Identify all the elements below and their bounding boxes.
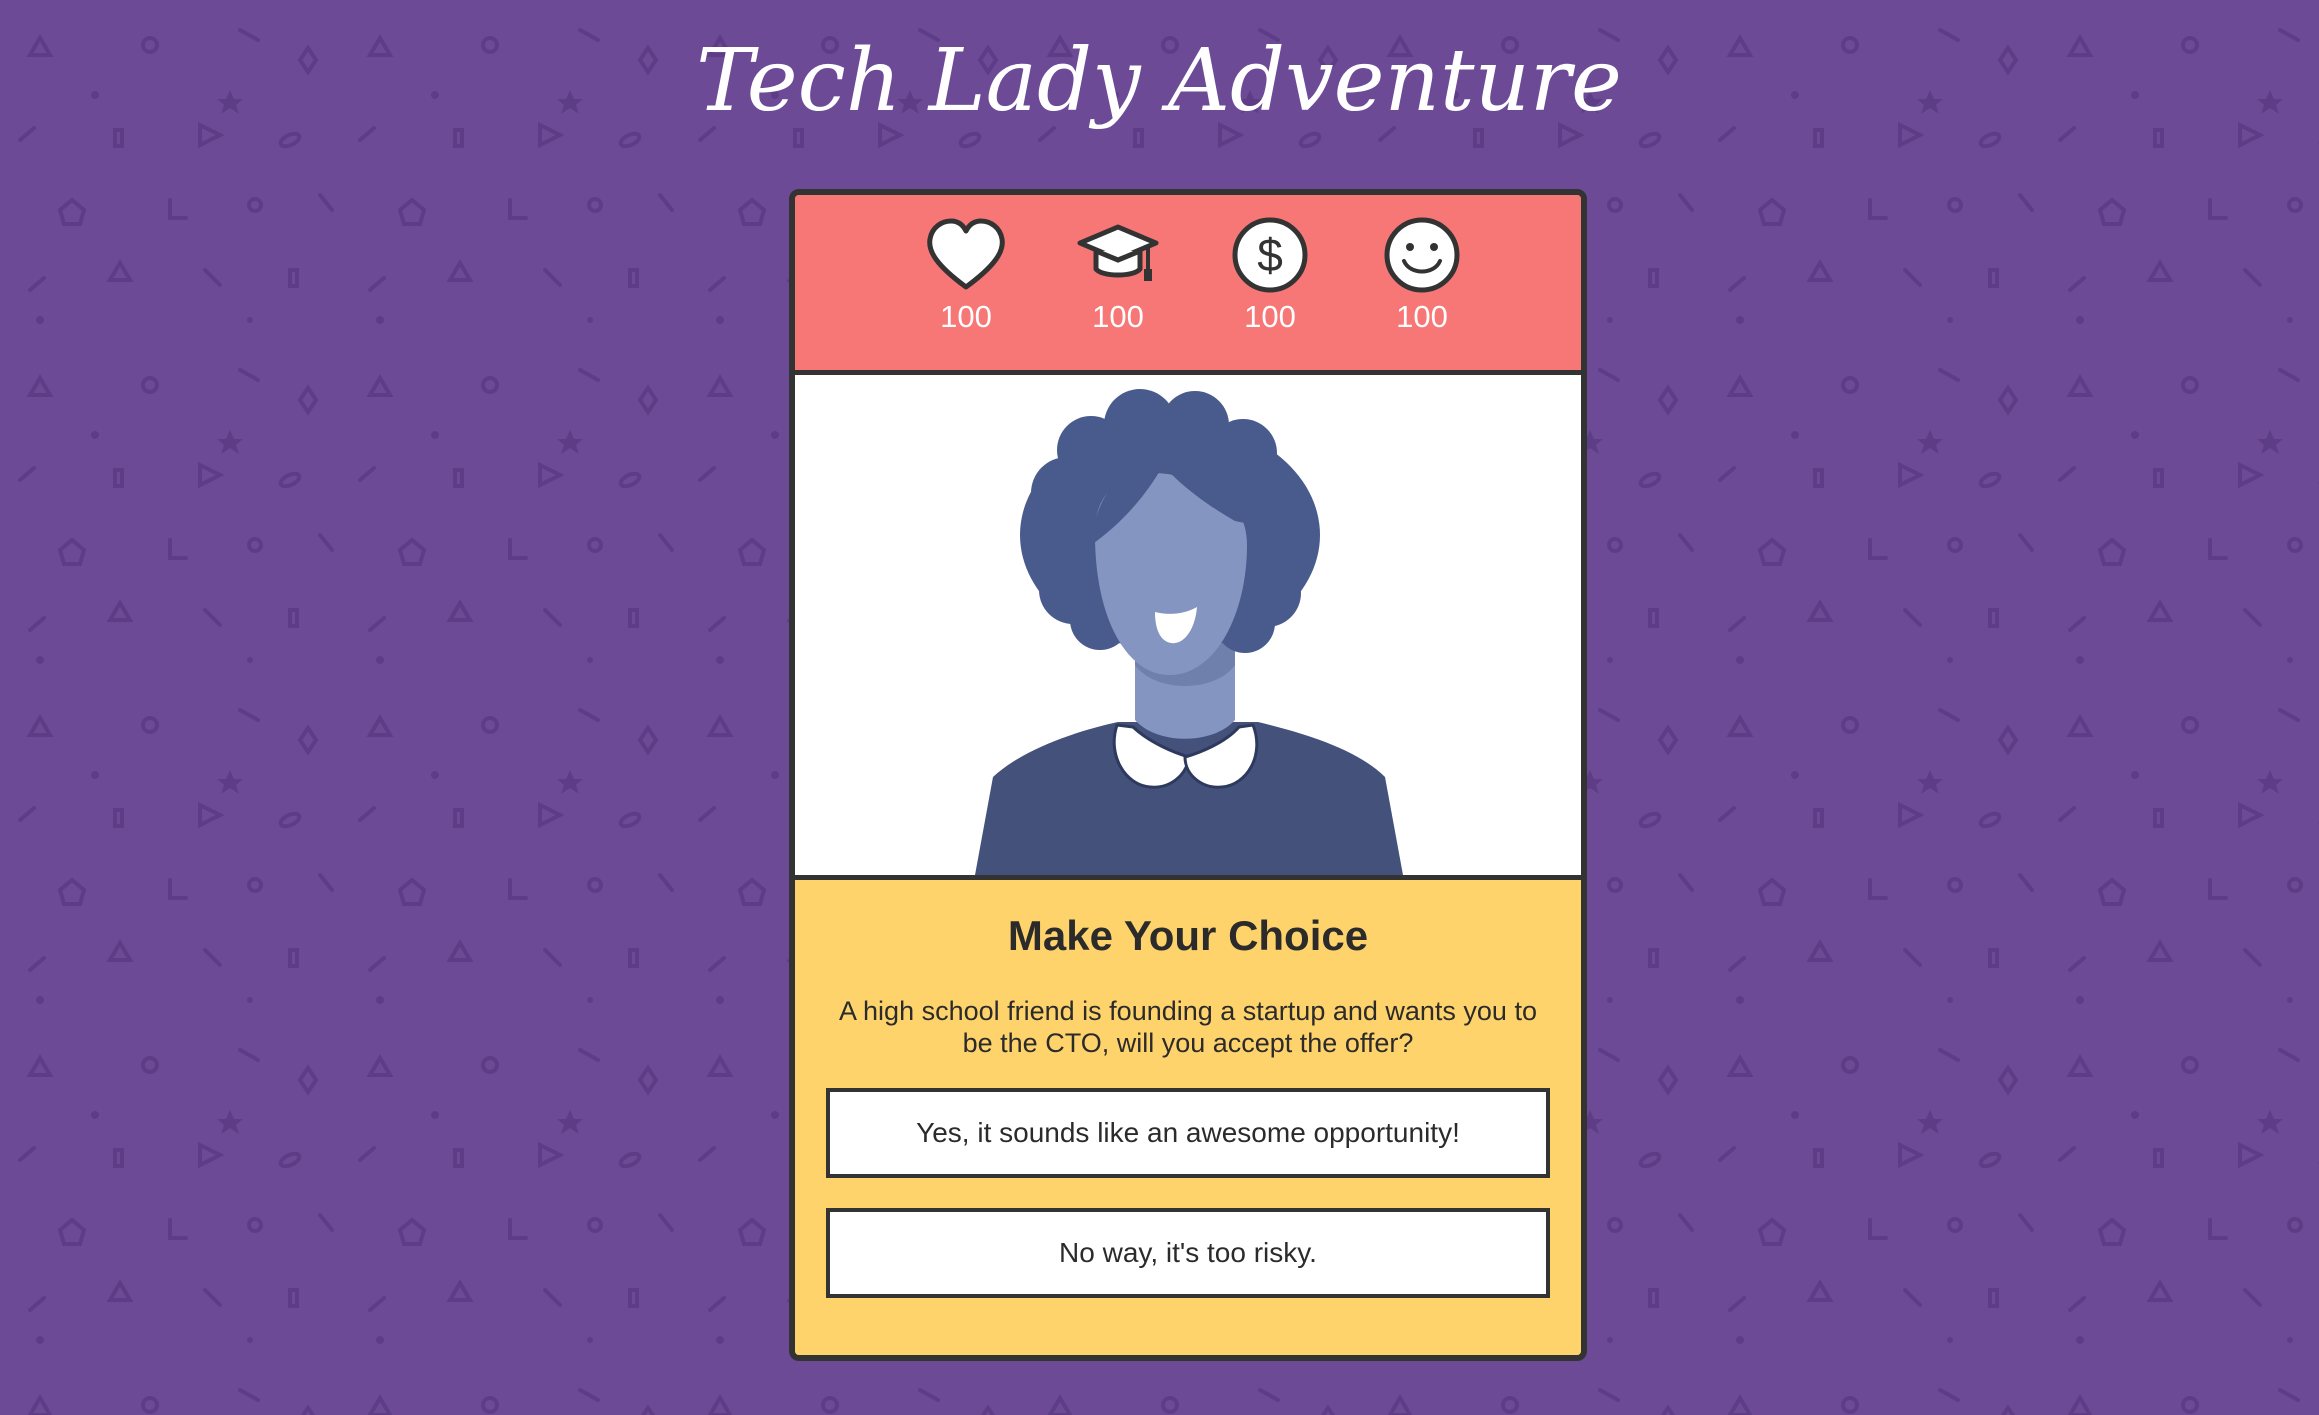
choice-panel: Make Your Choice A high school friend is… [795,880,1581,1355]
choice-prompt: A high school friend is founding a start… [839,996,1537,1058]
heart-icon [927,218,1005,290]
stats-bar: 100 100 $ 100 100 [795,195,1581,375]
app-title: Tech Lady Adventure [696,31,1622,131]
choice-title: Make Your Choice [1007,912,1369,959]
stat-health: 100 [906,217,1026,367]
dollar-icon: $ [1232,217,1308,293]
stat-happiness-value: 100 [1396,299,1448,334]
option-decline-button[interactable]: No way, it's too risky. [826,1208,1550,1298]
stat-education: 100 [1058,217,1178,367]
stat-money: $ 100 [1210,217,1330,367]
stat-education-value: 100 [1092,299,1144,334]
stat-money-value: 100 [1244,299,1296,334]
option-accept-button[interactable]: Yes, it sounds like an awesome opportuni… [826,1088,1550,1178]
game-card: 100 100 $ 100 100 Make Your Choice A hig… [789,189,1587,1361]
stat-happiness: 100 [1362,217,1482,367]
stat-health-value: 100 [940,299,992,334]
graduation-cap-icon [1077,224,1159,281]
app-title-text: Tech Lady Adventure [696,31,1622,131]
woman-portrait-illustration [975,389,1403,875]
smiley-icon [1384,217,1460,293]
character-portrait [795,375,1581,880]
svg-text:$: $ [1257,229,1283,281]
